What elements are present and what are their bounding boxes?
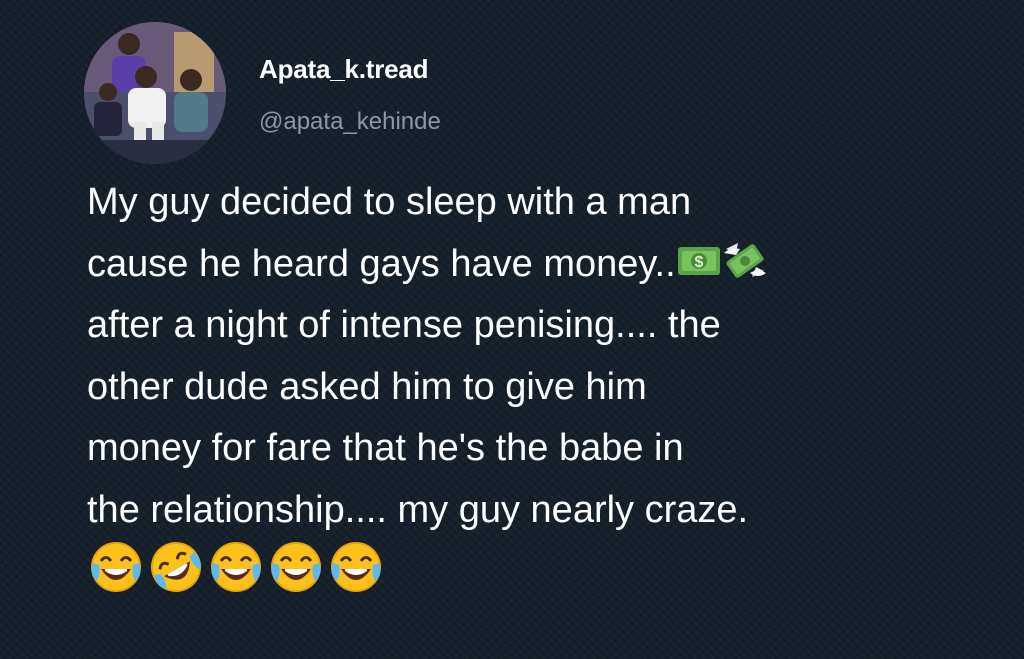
tweet-text-line: cause he heard gays have money..	[87, 242, 676, 285]
svg-text:$: $	[694, 254, 703, 271]
tweet-card: Apata_k.tread @apata_kehinde My guy deci…	[0, 0, 1024, 659]
tweet-text-line: other dude asked him to give him	[87, 365, 647, 408]
author-avatar[interactable]	[84, 22, 226, 164]
tweet-text-line: after a night of intense penising.... th…	[87, 304, 721, 346]
tears-of-joy-emoji-icon	[267, 539, 325, 595]
money-with-wings-emoji-icon	[722, 239, 768, 283]
author-handle[interactable]: @apata_kehinde	[259, 108, 441, 136]
tweet-text-line: My guy decided to sleep with a man	[87, 181, 692, 223]
laughing-emoji-row	[87, 542, 987, 595]
tweet-text-line: money for fare that he's the babe in	[87, 427, 684, 469]
dollar-banknote-emoji-icon: $	[676, 241, 722, 281]
tears-of-joy-emoji-icon	[327, 539, 385, 595]
tweet-text-line: the relationship.... my guy nearly craze…	[87, 488, 749, 531]
tweet-text-line-with-emoji: cause he heard gays have money.. $	[87, 234, 987, 296]
tweet-body: My guy decided to sleep with a man cause…	[87, 172, 987, 595]
rolling-on-floor-laughing-emoji-icon	[147, 539, 205, 595]
tears-of-joy-emoji-icon	[87, 539, 145, 595]
author-display-name[interactable]: Apata_k.tread	[259, 54, 429, 85]
tears-of-joy-emoji-icon	[207, 539, 265, 595]
